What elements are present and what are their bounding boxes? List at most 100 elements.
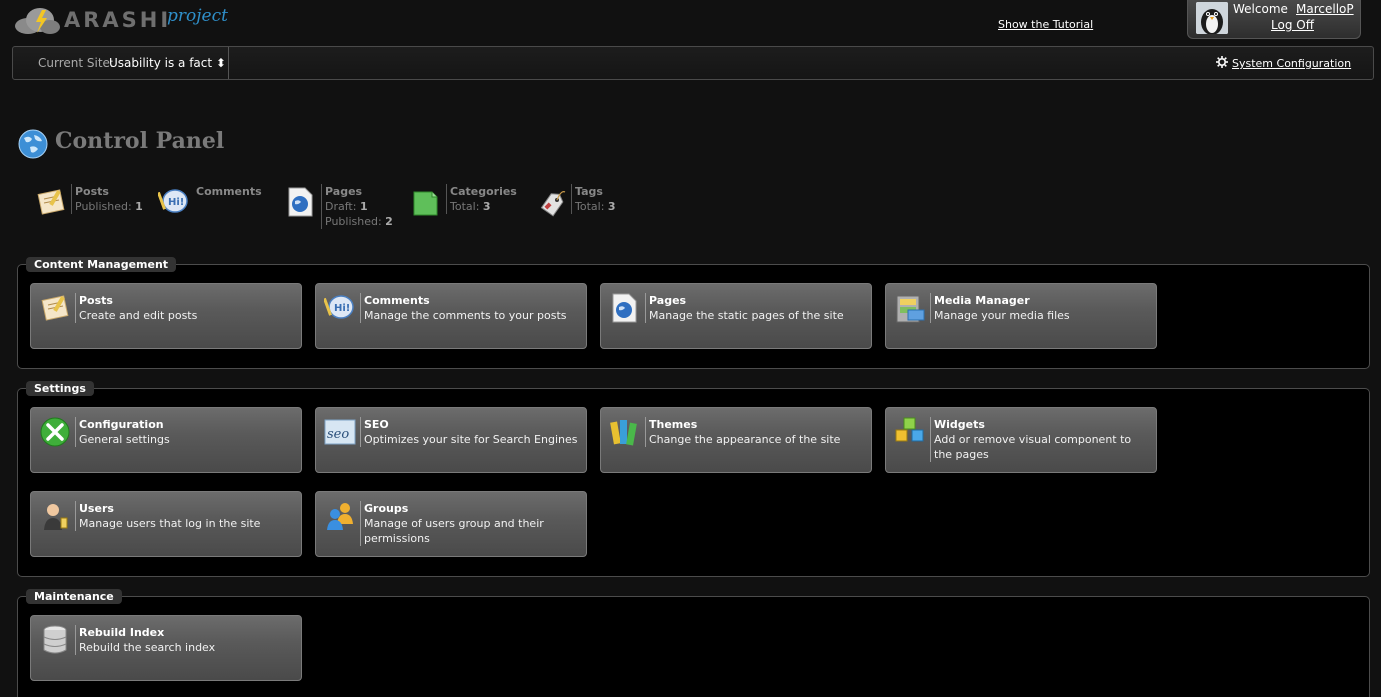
tile-configuration[interactable]: Configuration General settings bbox=[30, 407, 302, 473]
tile-title: Groups bbox=[364, 502, 409, 515]
tile-title: Rebuild Index bbox=[79, 626, 165, 639]
configuration-icon bbox=[40, 417, 70, 447]
stat-value: 3 bbox=[607, 200, 616, 213]
current-site-select[interactable]: Usability is a fact ⬍ bbox=[109, 56, 226, 70]
tile-text: Pages Manage the static pages of the sit… bbox=[645, 293, 865, 323]
stat-label: Published: bbox=[75, 200, 132, 213]
groups-icon bbox=[327, 503, 353, 530]
comments-icon: Hi! bbox=[158, 189, 188, 213]
tile-comments[interactable]: Hi! Comments Manage the comments to your… bbox=[315, 283, 587, 349]
stat-label: Total: bbox=[450, 200, 480, 213]
seo-icon: seo bbox=[324, 419, 356, 445]
stat-name: Categories bbox=[450, 185, 517, 198]
divider bbox=[228, 47, 229, 79]
tile-title: Users bbox=[79, 502, 114, 515]
penguin-avatar-icon bbox=[1196, 2, 1228, 34]
tile-title: Comments bbox=[364, 294, 430, 307]
current-site-label: Current Site: bbox=[38, 56, 114, 70]
tile-themes[interactable]: Themes Change the appearance of the site bbox=[600, 407, 872, 473]
pages-icon bbox=[612, 293, 637, 323]
username-link[interactable]: MarcelloP bbox=[1296, 2, 1354, 16]
tile-pages[interactable]: Pages Manage the static pages of the sit… bbox=[600, 283, 872, 349]
pages-icon bbox=[288, 187, 313, 217]
group-title: Content Management bbox=[26, 257, 177, 272]
tile-title: Pages bbox=[649, 294, 687, 307]
tile-description: Manage users that log in the site bbox=[79, 517, 261, 530]
tile-title: Media Manager bbox=[934, 294, 1030, 307]
globe-icon bbox=[18, 129, 48, 159]
user-panel: Welcome MarcelloP Log Off bbox=[1187, 0, 1361, 39]
comments-icon: Hi! bbox=[324, 295, 354, 319]
tile-widgets[interactable]: Widgets Add or remove visual component t… bbox=[885, 407, 1157, 473]
tile-description: Optimizes your site for Search Engines bbox=[364, 433, 578, 446]
tile-users[interactable]: Users Manage users that log in the site bbox=[30, 491, 302, 557]
stat-value: 3 bbox=[482, 200, 491, 213]
tile-description: Create and edit posts bbox=[79, 309, 198, 322]
stat-label: Total: bbox=[575, 200, 605, 213]
tile-posts[interactable]: Posts Create and edit posts bbox=[30, 283, 302, 349]
database-icon bbox=[43, 625, 67, 654]
site-bar: Current Site: Usability is a fact ⬍ Syst… bbox=[12, 46, 1374, 80]
tile-media-manager[interactable]: Media Manager Manage your media files bbox=[885, 283, 1157, 349]
svg-text:Hi!: Hi! bbox=[334, 303, 350, 314]
welcome-label: Welcome bbox=[1233, 2, 1288, 16]
tile-description: Manage the comments to your posts bbox=[364, 309, 567, 322]
arashi-logo[interactable]: ARASHI project bbox=[12, 2, 232, 38]
tile-description: General settings bbox=[79, 433, 170, 446]
stat-name: Comments bbox=[196, 185, 262, 198]
tile-description: Add or remove visual component to the pa… bbox=[934, 433, 1132, 461]
stat-text: Categories Total: 3 bbox=[446, 184, 517, 214]
svg-text:seo: seo bbox=[327, 427, 349, 442]
avatar bbox=[1196, 2, 1228, 34]
logoff-link[interactable]: Log Off bbox=[1271, 18, 1314, 32]
tile-text: Comments Manage the comments to your pos… bbox=[360, 293, 580, 323]
tile-description: Manage the static pages of the site bbox=[649, 309, 844, 322]
posts-icon bbox=[37, 189, 65, 215]
tile-text: Widgets Add or remove visual component t… bbox=[930, 417, 1150, 462]
svg-text:Hi!: Hi! bbox=[168, 197, 184, 208]
tile-text: Configuration General settings bbox=[75, 417, 295, 447]
show-tutorial-link[interactable]: Show the Tutorial bbox=[998, 18, 1093, 31]
tile-description: Manage your media files bbox=[934, 309, 1070, 322]
tile-text: Users Manage users that log in the site bbox=[75, 501, 295, 531]
stat-value: 1 bbox=[135, 200, 143, 213]
categories-icon bbox=[413, 191, 438, 216]
gear-icon bbox=[1216, 56, 1228, 68]
tile-groups[interactable]: Groups Manage of users group and their p… bbox=[315, 491, 587, 557]
stat-text: Tags Total: 3 bbox=[571, 184, 616, 214]
tile-description: Change the appearance of the site bbox=[649, 433, 841, 446]
system-configuration-link[interactable]: System Configuration bbox=[1216, 56, 1351, 70]
group-title: Maintenance bbox=[26, 589, 122, 604]
tile-text: Groups Manage of users group and their p… bbox=[360, 501, 580, 546]
stat-name: Tags bbox=[575, 185, 603, 198]
tile-text: Rebuild Index Rebuild the search index bbox=[75, 625, 295, 655]
tile-text: Media Manager Manage your media files bbox=[930, 293, 1150, 323]
tile-text: SEO Optimizes your site for Search Engin… bbox=[360, 417, 580, 447]
stat-name: Pages bbox=[325, 185, 363, 198]
stat-value: 1 bbox=[359, 200, 368, 213]
logo-subtext: project bbox=[167, 6, 228, 26]
posts-icon bbox=[41, 295, 69, 321]
tile-rebuild-index[interactable]: Rebuild Index Rebuild the search index bbox=[30, 615, 302, 681]
stat-text: Pages Draft: 1 Published: 2 bbox=[321, 184, 393, 229]
tags-icon bbox=[540, 191, 566, 217]
content-management-group: Content Management Posts Create and edit… bbox=[17, 257, 1370, 369]
maintenance-group: Maintenance Rebuild Index Rebuild the se… bbox=[17, 589, 1370, 697]
tile-title: SEO bbox=[364, 418, 389, 431]
tile-title: Widgets bbox=[934, 418, 985, 431]
stat-value: 2 bbox=[385, 215, 393, 228]
tile-text: Themes Change the appearance of the site bbox=[645, 417, 865, 447]
tile-seo[interactable]: seo SEO Optimizes your site for Search E… bbox=[315, 407, 587, 473]
themes-icon bbox=[610, 420, 637, 446]
stat-text: Posts Published: 1 bbox=[71, 184, 143, 214]
tile-description: Rebuild the search index bbox=[79, 641, 216, 654]
widgets-icon bbox=[895, 417, 924, 442]
group-title: Settings bbox=[26, 381, 94, 396]
users-icon bbox=[44, 504, 68, 530]
system-configuration-label: System Configuration bbox=[1232, 57, 1352, 70]
page-title: Control Panel bbox=[55, 128, 225, 154]
tile-text: Posts Create and edit posts bbox=[75, 293, 295, 323]
cloud-lightning-icon bbox=[15, 8, 60, 34]
logo-text: ARASHI bbox=[64, 8, 172, 32]
tile-title: Posts bbox=[79, 294, 113, 307]
